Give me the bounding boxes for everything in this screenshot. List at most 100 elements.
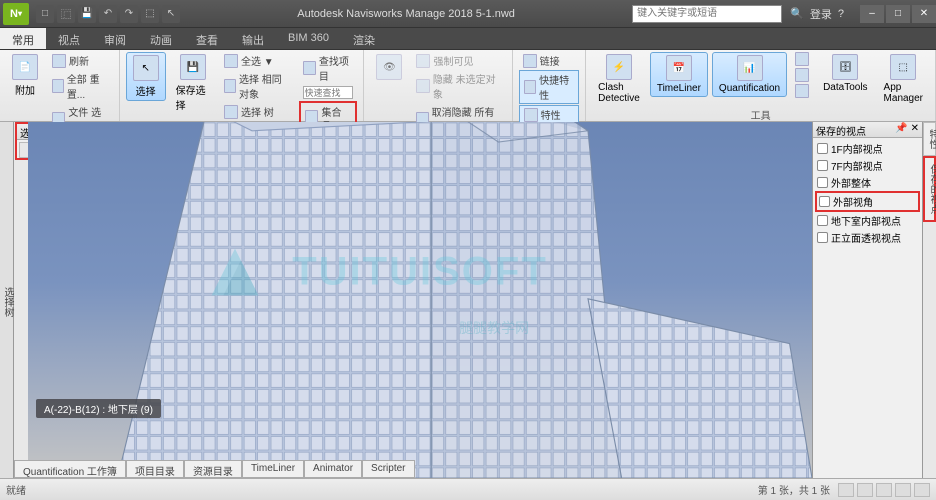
btab-item-catalog[interactable]: 项目目录: [126, 460, 184, 478]
viewpoint-item[interactable]: 外部整体: [815, 174, 920, 191]
datatools-button[interactable]: 🗄DataTools: [817, 52, 873, 95]
appmanager-button[interactable]: ⬚App Manager: [878, 52, 929, 106]
viewport-coord-overlay: A(-22)-B(12) : 地下层 (9): [36, 399, 161, 418]
quick-find-button[interactable]: [299, 85, 357, 100]
tab-view[interactable]: 查看: [184, 28, 230, 49]
properties-dock-tab[interactable]: 特性: [923, 122, 936, 156]
help-icon[interactable]: ?: [838, 8, 844, 20]
viewpoint-item[interactable]: 地下室内部视点: [815, 212, 920, 229]
ribbon-tabs: 常用 视点 审阅 动画 查看 输出 BIM 360 渲染: [0, 28, 936, 50]
camera-icon: [817, 160, 828, 171]
cursor-icon: ↖: [133, 55, 159, 81]
status-left: 就绪: [6, 482, 26, 497]
select-button[interactable]: ↖选择: [126, 52, 166, 101]
saved-viewpoints-dock-tab[interactable]: 保存的视点: [923, 156, 936, 222]
viewport-3d[interactable]: TUITUISOFT 腿腿教学网 A(-22)-B(12) : 地下层 (9): [28, 122, 812, 478]
sb-icon-2[interactable]: [857, 483, 873, 497]
search-icon[interactable]: 🔍: [790, 7, 804, 20]
app-logo[interactable]: N▾: [3, 3, 29, 25]
quantification-button[interactable]: 📊Quantification: [712, 52, 787, 97]
ribbon: 📄附加 刷新 全部 重置... 文件 选理 项目 ▼ ↖选择 💾保存选择 全选 …: [0, 50, 936, 122]
links-button[interactable]: 链接: [519, 52, 579, 69]
sb-icon-1[interactable]: [838, 483, 854, 497]
close-button[interactable]: ✕: [912, 5, 936, 23]
append-button[interactable]: 📄附加: [6, 52, 44, 99]
refresh-button[interactable]: 刷新: [48, 52, 113, 69]
camera-icon: [817, 143, 828, 154]
watermark-logo: [200, 237, 270, 307]
save-selection-button[interactable]: 💾保存选择: [170, 52, 216, 114]
animator-icon[interactable]: [795, 68, 809, 82]
sb-icon-4[interactable]: [895, 483, 911, 497]
help-search-input[interactable]: [632, 5, 782, 23]
qat-new-icon[interactable]: □: [36, 5, 54, 23]
sb-icon-5[interactable]: [914, 483, 930, 497]
selection-tree-dock-tab[interactable]: 选择树: [0, 122, 14, 478]
select-same-button[interactable]: 选择 相同对象: [220, 70, 295, 102]
find-items-button[interactable]: 查找项目: [299, 52, 357, 84]
tab-bim360[interactable]: BIM 360: [276, 28, 341, 49]
append-icon: 📄: [12, 54, 38, 80]
btab-animator[interactable]: Animator: [304, 460, 362, 478]
statusbar: 就绪 第 1 张，共 1 张: [0, 478, 936, 500]
hide-button[interactable]: 👁: [370, 52, 408, 84]
viewpoint-item-selected[interactable]: 外部视角: [815, 191, 920, 212]
camera-icon: [817, 232, 828, 243]
reset-icon: [52, 79, 64, 93]
hide-unsel-button[interactable]: 隐藏 未选定对象: [412, 70, 505, 102]
select-same-icon: [224, 79, 236, 93]
require-button[interactable]: 强制可见: [412, 52, 505, 69]
app-icon: ⬚: [890, 54, 916, 80]
refresh-icon: [52, 54, 66, 68]
qat-select-icon[interactable]: ⬚: [141, 5, 159, 23]
tab-viewpoint[interactable]: 视点: [46, 28, 92, 49]
btab-resource-catalog[interactable]: 资源目录: [184, 460, 242, 478]
reset-all-button[interactable]: 全部 重置...: [48, 70, 113, 102]
login-label[interactable]: 登录: [810, 6, 832, 22]
tab-output[interactable]: 输出: [230, 28, 276, 49]
quick-prop-button[interactable]: 快捷特性: [519, 70, 579, 104]
btab-quantification[interactable]: Quantification 工作簿: [14, 460, 126, 478]
quick-find-input[interactable]: [303, 86, 353, 99]
autodesk-render-icon[interactable]: [795, 52, 809, 66]
select-all-button[interactable]: 全选 ▼: [220, 52, 295, 69]
tab-review[interactable]: 审阅: [92, 28, 138, 49]
link-icon: [523, 54, 537, 68]
btab-scripter[interactable]: Scripter: [362, 460, 414, 478]
qat-save-icon[interactable]: 💾: [78, 5, 96, 23]
saved-viewpoints-title: 保存的视点: [816, 123, 866, 136]
watermark-subtitle: 腿腿教学网: [459, 318, 529, 338]
btab-timeliner[interactable]: TimeLiner: [242, 460, 304, 478]
timeliner-button[interactable]: 📅TimeLiner: [650, 52, 708, 97]
camera-icon: [817, 177, 828, 188]
panel-tools-label: 工具: [592, 106, 929, 123]
tab-render[interactable]: 渲染: [341, 28, 387, 49]
qat-undo-icon[interactable]: ↶: [99, 5, 117, 23]
viewpoint-item[interactable]: 7F内部视点: [815, 157, 920, 174]
panel-pin-icon[interactable]: 📌 ✕: [895, 123, 919, 136]
tree-icon: [224, 105, 238, 119]
qat-cursor-icon[interactable]: ↖: [162, 5, 180, 23]
datatools-icon: 🗄: [832, 54, 858, 80]
tab-animation[interactable]: 动画: [138, 28, 184, 49]
hide-icon: 👁: [376, 54, 402, 80]
tab-home[interactable]: 常用: [0, 28, 46, 49]
viewpoint-item[interactable]: 正立面透视视点: [815, 229, 920, 246]
maximize-button[interactable]: □: [886, 5, 910, 23]
find-icon: [303, 61, 315, 75]
select-all-icon: [224, 54, 238, 68]
viewpoint-item[interactable]: 1F内部视点: [815, 140, 920, 157]
qat-open-icon[interactable]: ⿸: [57, 5, 75, 23]
sb-icon-3[interactable]: [876, 483, 892, 497]
clash-icon: ⚡: [606, 54, 632, 80]
clash-button[interactable]: ⚡Clash Detective: [592, 52, 646, 106]
minimize-button[interactable]: –: [860, 5, 884, 23]
timeliner-icon: 📅: [666, 55, 692, 81]
bottom-docked-tabs: Quantification 工作簿 项目目录 资源目录 TimeLiner A…: [14, 460, 415, 478]
scripter-icon[interactable]: [795, 84, 809, 98]
saved-viewpoints-panel: 保存的视点 📌 ✕ 1F内部视点 7F内部视点 外部整体 外部视角 地下室内部视点…: [812, 122, 922, 478]
save-sel-icon: 💾: [180, 54, 206, 80]
select-tree-button[interactable]: 选择 树: [220, 103, 295, 120]
camera-icon: [819, 196, 830, 207]
qat-redo-icon[interactable]: ↷: [120, 5, 138, 23]
